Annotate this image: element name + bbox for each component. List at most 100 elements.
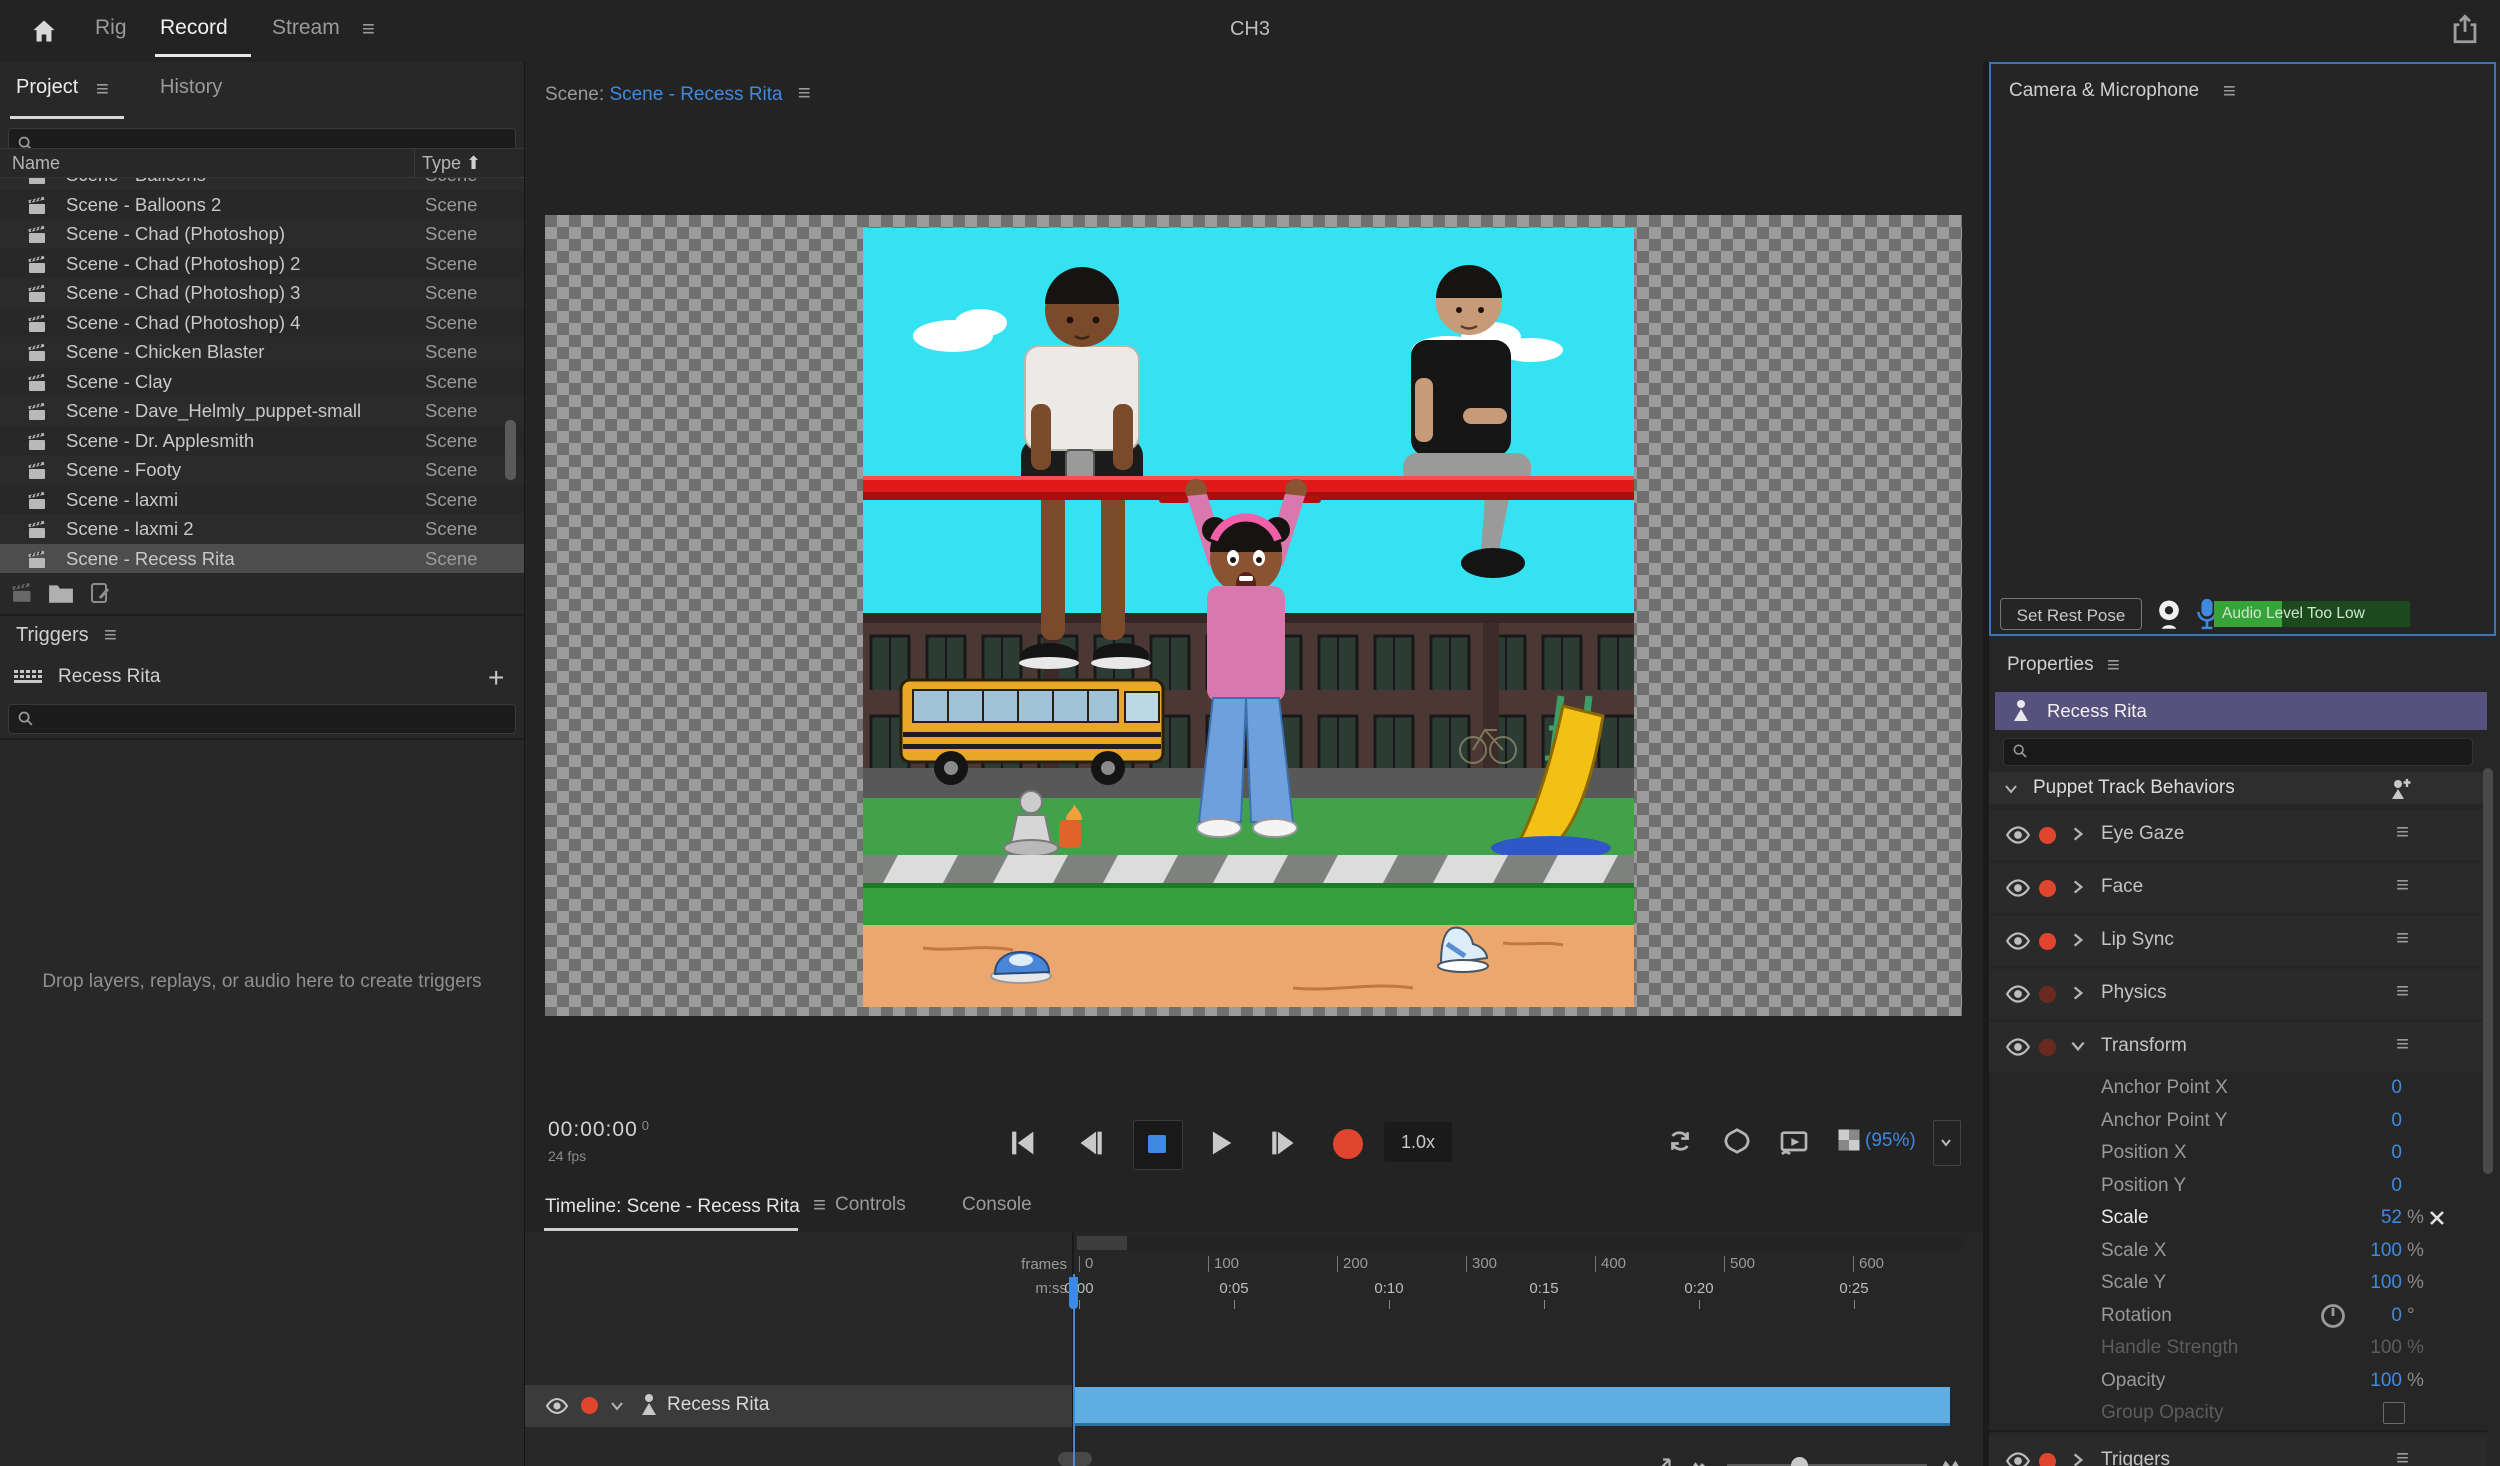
trigger-set-row[interactable]: Recess Rita + bbox=[0, 660, 524, 698]
frames-ruler[interactable]: 0 100 200 300 400 500 600 bbox=[1079, 1256, 1979, 1276]
behavior-eye-icon[interactable] bbox=[2005, 1450, 2031, 1466]
project-list-scrollbar[interactable] bbox=[505, 420, 516, 480]
property-value[interactable]: 0 bbox=[2289, 1305, 2402, 1327]
property-value[interactable]: 0 bbox=[2289, 1142, 2402, 1164]
project-row[interactable]: Scene - Chad (Photoshop) 4 Scene bbox=[0, 308, 524, 338]
track-expand-chevron-icon[interactable] bbox=[609, 1398, 625, 1414]
property-value[interactable]: 100 bbox=[2289, 1370, 2402, 1392]
project-row[interactable]: Scene - Balloons 2 Scene bbox=[0, 190, 524, 220]
behavior-eye-icon[interactable] bbox=[2005, 1036, 2031, 1058]
behavior-menu-icon[interactable]: ≡ bbox=[2396, 927, 2409, 949]
timecode[interactable]: 00:00:00 0 bbox=[548, 1118, 650, 1142]
next-frame-button[interactable] bbox=[1268, 1126, 1304, 1162]
project-row[interactable]: Scene - laxmi Scene bbox=[0, 485, 524, 515]
properties-search-input[interactable] bbox=[2003, 738, 2473, 766]
properties-menu-icon[interactable]: ≡ bbox=[2107, 654, 2120, 676]
behavior-menu-icon[interactable]: ≡ bbox=[2396, 1447, 2409, 1466]
behavior-row[interactable]: Face ≡ bbox=[1989, 863, 2487, 913]
track-arm-record-dot[interactable] bbox=[581, 1397, 598, 1414]
zoom-in-mountain-icon[interactable] bbox=[1937, 1454, 1965, 1466]
project-row[interactable]: Scene - Dave_Helmly_puppet-small Scene bbox=[0, 396, 524, 426]
playhead-handle[interactable] bbox=[1069, 1277, 1078, 1309]
behavior-row[interactable]: Transform ≡ bbox=[1989, 1022, 2487, 1072]
stop-button[interactable] bbox=[1133, 1120, 1183, 1170]
properties-scrollbar[interactable] bbox=[2483, 768, 2493, 1174]
behavior-chevron-icon[interactable] bbox=[2069, 825, 2087, 843]
property-value[interactable]: 100 bbox=[2289, 1240, 2402, 1262]
property-value[interactable]: 52 bbox=[2289, 1207, 2402, 1229]
behavior-menu-icon[interactable]: ≡ bbox=[2396, 1033, 2409, 1055]
behavior-arm-dot[interactable] bbox=[2039, 1453, 2056, 1466]
behavior-row[interactable]: Eye Gaze ≡ bbox=[1989, 810, 2487, 860]
behavior-eye-icon[interactable] bbox=[2005, 930, 2031, 952]
record-button[interactable] bbox=[1333, 1129, 1363, 1159]
track-visibility-eye-icon[interactable] bbox=[545, 1396, 569, 1416]
project-row[interactable]: Scene - Chicken Blaster Scene bbox=[0, 337, 524, 367]
import-file-icon[interactable] bbox=[88, 581, 112, 605]
behavior-eye-icon[interactable] bbox=[2005, 983, 2031, 1005]
triggers-search-input[interactable] bbox=[8, 704, 516, 734]
scene-panel-menu-icon[interactable]: ≡ bbox=[798, 80, 811, 105]
new-scene-icon[interactable] bbox=[12, 582, 36, 603]
section-chevron-down-icon[interactable] bbox=[2003, 781, 2019, 797]
new-folder-icon[interactable] bbox=[48, 582, 74, 604]
tab-console[interactable]: Console bbox=[962, 1194, 1032, 1216]
tab-timeline[interactable]: Timeline: Scene - Recess Rita ≡ bbox=[545, 1194, 826, 1218]
behavior-arm-dot[interactable] bbox=[2039, 1039, 2056, 1056]
zoom-level[interactable]: (95%) bbox=[1865, 1130, 1916, 1152]
previous-frame-button[interactable] bbox=[1072, 1126, 1108, 1162]
set-rest-pose-button[interactable]: Set Rest Pose bbox=[2000, 598, 2142, 630]
behavior-chevron-icon[interactable] bbox=[2069, 984, 2087, 1002]
behavior-eye-icon[interactable] bbox=[2005, 824, 2031, 846]
triggers-behavior-row[interactable]: Triggers ≡ bbox=[1989, 1436, 2487, 1466]
project-list-header[interactable]: Name Type ⬆ bbox=[0, 148, 524, 178]
add-trigger-icon[interactable]: + bbox=[488, 662, 504, 694]
go-to-start-button[interactable] bbox=[1005, 1126, 1041, 1162]
timeline-hscrollbar[interactable] bbox=[1058, 1452, 1092, 1466]
project-row[interactable]: Scene - Chad (Photoshop) Scene bbox=[0, 219, 524, 249]
behavior-row[interactable]: Lip Sync ≡ bbox=[1989, 916, 2487, 966]
project-row[interactable]: Scene - Clay Scene bbox=[0, 367, 524, 397]
behavior-menu-icon[interactable]: ≡ bbox=[2396, 980, 2409, 1002]
camera-mic-menu-icon[interactable]: ≡ bbox=[2223, 80, 2236, 102]
behavior-chevron-icon[interactable] bbox=[2069, 878, 2087, 896]
behavior-eye-icon[interactable] bbox=[2005, 877, 2031, 899]
loop-icon[interactable] bbox=[1665, 1126, 1701, 1162]
selected-puppet-row[interactable]: Recess Rita bbox=[1995, 692, 2487, 730]
behavior-arm-dot[interactable] bbox=[2039, 827, 2056, 844]
property-value[interactable]: 0 bbox=[2289, 1175, 2402, 1197]
project-row[interactable]: Scene - Chad (Photoshop) 2 Scene bbox=[0, 249, 524, 279]
camera-microphone-panel[interactable]: Camera & Microphone ≡ Set Rest Pose Audi… bbox=[1989, 62, 2496, 636]
snapping-icon[interactable] bbox=[1722, 1126, 1758, 1162]
timeline-zoombar[interactable] bbox=[1077, 1236, 1962, 1250]
track-header-recess-rita[interactable]: Recess Rita bbox=[525, 1385, 1072, 1427]
property-value[interactable]: 0 bbox=[2289, 1077, 2402, 1099]
play-button[interactable] bbox=[1203, 1126, 1239, 1162]
behavior-menu-icon[interactable]: ≡ bbox=[2396, 821, 2409, 843]
behavior-chevron-icon[interactable] bbox=[2069, 1451, 2087, 1466]
project-row[interactable]: Scene - Dr. Applesmith Scene bbox=[0, 426, 524, 456]
tab-history[interactable]: History bbox=[160, 76, 222, 99]
behavior-row[interactable]: Physics ≡ bbox=[1989, 969, 2487, 1019]
column-name[interactable]: Name bbox=[12, 153, 60, 174]
time-ruler[interactable]: 0:00 0:05 0:10 0:15 0:20 0:25 bbox=[1064, 1280, 1979, 1309]
behavior-arm-dot[interactable] bbox=[2039, 986, 2056, 1003]
property-value[interactable]: 100 bbox=[2289, 1272, 2402, 1294]
project-row[interactable]: Scene - Chad (Photoshop) 3 Scene bbox=[0, 278, 524, 308]
column-type[interactable]: Type ⬆ bbox=[422, 153, 481, 174]
scene-stage[interactable] bbox=[545, 215, 1962, 1016]
project-row[interactable]: Scene - Footy Scene bbox=[0, 455, 524, 485]
reset-close-icon[interactable] bbox=[2427, 1208, 2447, 1228]
scene-name-link[interactable]: Scene - Recess Rita bbox=[609, 84, 782, 105]
project-panel-menu-icon[interactable]: ≡ bbox=[96, 78, 109, 100]
tab-project[interactable]: Project bbox=[16, 76, 78, 99]
group-opacity-checkbox[interactable] bbox=[2383, 1402, 2405, 1424]
puppet-track-behaviors-section[interactable]: Puppet Track Behaviors bbox=[1989, 772, 2487, 804]
project-row[interactable]: Scene - laxmi 2 Scene bbox=[0, 514, 524, 544]
timeline-zoom-knob[interactable] bbox=[1791, 1457, 1808, 1466]
share-icon[interactable] bbox=[2448, 12, 2482, 46]
behavior-chevron-icon[interactable] bbox=[2069, 1037, 2087, 1055]
behavior-arm-dot[interactable] bbox=[2039, 880, 2056, 897]
zoom-level-dropdown[interactable] bbox=[1933, 1120, 1961, 1166]
add-behavior-icon[interactable] bbox=[2389, 777, 2413, 801]
